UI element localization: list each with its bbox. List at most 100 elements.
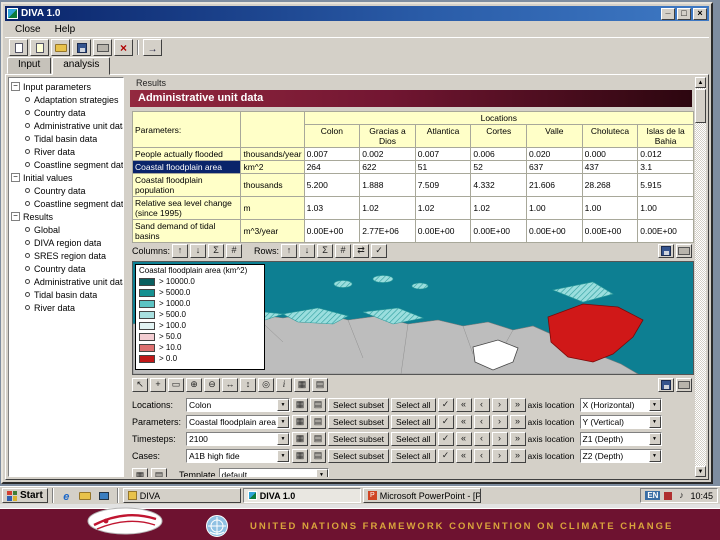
first-button[interactable] — [455, 448, 472, 463]
tab-analysis[interactable]: analysis — [52, 57, 111, 75]
list-view-button[interactable] — [310, 448, 326, 463]
axis-combo-cases[interactable]: Z2 (Depth) — [579, 448, 662, 463]
value-cell[interactable]: 0.00E+00 — [526, 219, 583, 243]
crosshair-button[interactable] — [150, 377, 166, 392]
locations-combo[interactable]: Colon — [186, 397, 290, 412]
maximize-button[interactable] — [677, 7, 691, 20]
sort-ascending-button[interactable] — [172, 243, 189, 258]
axis-combo-timesteps[interactable]: Z1 (Depth) — [579, 431, 662, 446]
save-button[interactable] — [72, 39, 91, 56]
select-subset-button[interactable]: Select subset — [328, 414, 390, 429]
value-cell[interactable]: 0.012 — [637, 147, 694, 161]
tree-section-results[interactable]: Results — [11, 210, 123, 223]
format-rows-button[interactable] — [335, 243, 352, 258]
map-island[interactable] — [372, 275, 394, 283]
location-column-header[interactable]: Valle — [526, 124, 583, 148]
list-view-button[interactable] — [310, 431, 326, 446]
next-button[interactable] — [491, 414, 508, 429]
scroll-up-icon[interactable]: ▲ — [695, 77, 706, 88]
value-cell[interactable]: 5.915 — [637, 173, 694, 197]
tree-item-tidal-basin-data-results[interactable]: Tidal basin data — [11, 288, 123, 301]
info-button[interactable] — [276, 377, 292, 392]
value-cell[interactable]: 52 — [470, 160, 528, 174]
value-cell[interactable]: 3.1 — [637, 160, 694, 174]
value-cell[interactable]: 0.00E+00 — [303, 219, 361, 243]
location-column-header[interactable]: Gracias a Dios — [359, 124, 416, 148]
value-cell[interactable]: 1.03 — [303, 196, 361, 220]
select-all-button[interactable]: Select all — [391, 414, 436, 429]
value-cell[interactable]: 0.002 — [359, 147, 416, 161]
apply-selection-button[interactable] — [437, 414, 454, 429]
map-island[interactable] — [333, 280, 353, 288]
location-column-header[interactable]: Islas de la Bahia — [637, 124, 694, 148]
map-island[interactable] — [411, 282, 429, 290]
next-button[interactable] — [491, 431, 508, 446]
list-view-button[interactable] — [310, 397, 326, 412]
value-cell[interactable]: 0.007 — [303, 147, 361, 161]
menu-close[interactable]: Close — [9, 24, 47, 35]
print-table-button[interactable] — [676, 243, 692, 258]
task-diva-app[interactable]: DIVA 1.0 — [242, 488, 361, 503]
tree-item-adaptation-strategies[interactable]: Adaptation strategies — [11, 93, 123, 106]
value-cell[interactable]: 0.007 — [414, 147, 472, 161]
transpose-button[interactable] — [353, 243, 370, 258]
tree-item-country-data[interactable]: Country data — [11, 184, 123, 197]
parameter-cell-selected[interactable]: Coastal floodplain area — [131, 160, 242, 174]
value-cell[interactable]: 21.606 — [526, 173, 583, 197]
last-button[interactable] — [509, 414, 526, 429]
menu-help[interactable]: Help — [49, 24, 82, 35]
value-cell[interactable]: 1.02 — [470, 196, 528, 220]
scroll-down-icon[interactable]: ▼ — [695, 466, 706, 477]
previous-button[interactable] — [473, 414, 490, 429]
task-diva-folder[interactable]: DIVA — [122, 488, 241, 503]
select-all-button[interactable]: Select all — [391, 448, 436, 463]
language-indicator[interactable]: EN — [645, 491, 661, 500]
apply-selection-button[interactable] — [437, 448, 454, 463]
layers-button[interactable] — [312, 377, 328, 392]
tree-item-coastline-segment-data[interactable]: Coastline segment data — [11, 197, 123, 210]
start-button[interactable]: Start — [2, 488, 48, 503]
value-cell[interactable]: 1.00 — [581, 196, 639, 220]
value-cell[interactable]: 1.00 — [526, 196, 583, 220]
value-cell[interactable]: 7.509 — [414, 173, 472, 197]
tree-item-admin-unit-data-results[interactable]: Administrative unit data — [11, 275, 123, 288]
value-cell[interactable]: 0.00E+00 — [470, 219, 528, 243]
grid-view-button[interactable] — [292, 448, 308, 463]
parameter-cell[interactable]: People actually flooded — [131, 147, 242, 161]
vertical-scrollbar[interactable]: ▲ ▼ — [695, 77, 706, 477]
parameters-combo[interactable]: Coastal floodplain area — [186, 414, 290, 429]
tree-item-country-data-results[interactable]: Country data — [11, 262, 123, 275]
view-list-button[interactable] — [151, 468, 167, 477]
sum-columns-button[interactable] — [208, 243, 225, 258]
value-cell[interactable]: 437 — [581, 160, 639, 174]
tree-item-river-data-results[interactable]: River data — [11, 301, 123, 314]
apply-selection-button[interactable] — [437, 397, 454, 412]
value-cell[interactable]: 1.02 — [414, 196, 472, 220]
value-cell[interactable]: 2.77E+06 — [359, 219, 416, 243]
value-cell[interactable]: 51 — [414, 160, 472, 174]
apply-selection-button[interactable] — [437, 431, 454, 446]
parameter-cell[interactable]: Relative sea level change (since 1995) — [131, 196, 242, 220]
grid-view-button[interactable] — [292, 414, 308, 429]
tray-status-icon[interactable] — [664, 491, 673, 500]
select-subset-button[interactable]: Select subset — [328, 448, 390, 463]
apply-button[interactable] — [371, 243, 388, 258]
sum-rows-button[interactable] — [317, 243, 334, 258]
select-all-button[interactable]: Select all — [391, 397, 436, 412]
tree-item-tidal-basin-data[interactable]: Tidal basin data — [11, 132, 123, 145]
previous-button[interactable] — [473, 448, 490, 463]
tab-input[interactable]: Input — [7, 57, 52, 74]
tree-item-river-data[interactable]: River data — [11, 145, 123, 158]
export-table-button[interactable] — [658, 243, 674, 258]
sort-descending-button[interactable] — [190, 243, 207, 258]
export-button[interactable] — [143, 39, 162, 56]
value-cell[interactable]: 4.332 — [470, 173, 528, 197]
view-grid-button[interactable] — [132, 468, 148, 477]
value-cell[interactable]: 1.02 — [359, 196, 416, 220]
format-columns-button[interactable] — [226, 243, 243, 258]
grid-toggle-button[interactable] — [294, 377, 310, 392]
open-button[interactable] — [51, 39, 70, 56]
value-cell[interactable]: 5.200 — [303, 173, 361, 197]
new-file-button[interactable] — [9, 39, 28, 56]
select-subset-button[interactable]: Select subset — [328, 397, 390, 412]
